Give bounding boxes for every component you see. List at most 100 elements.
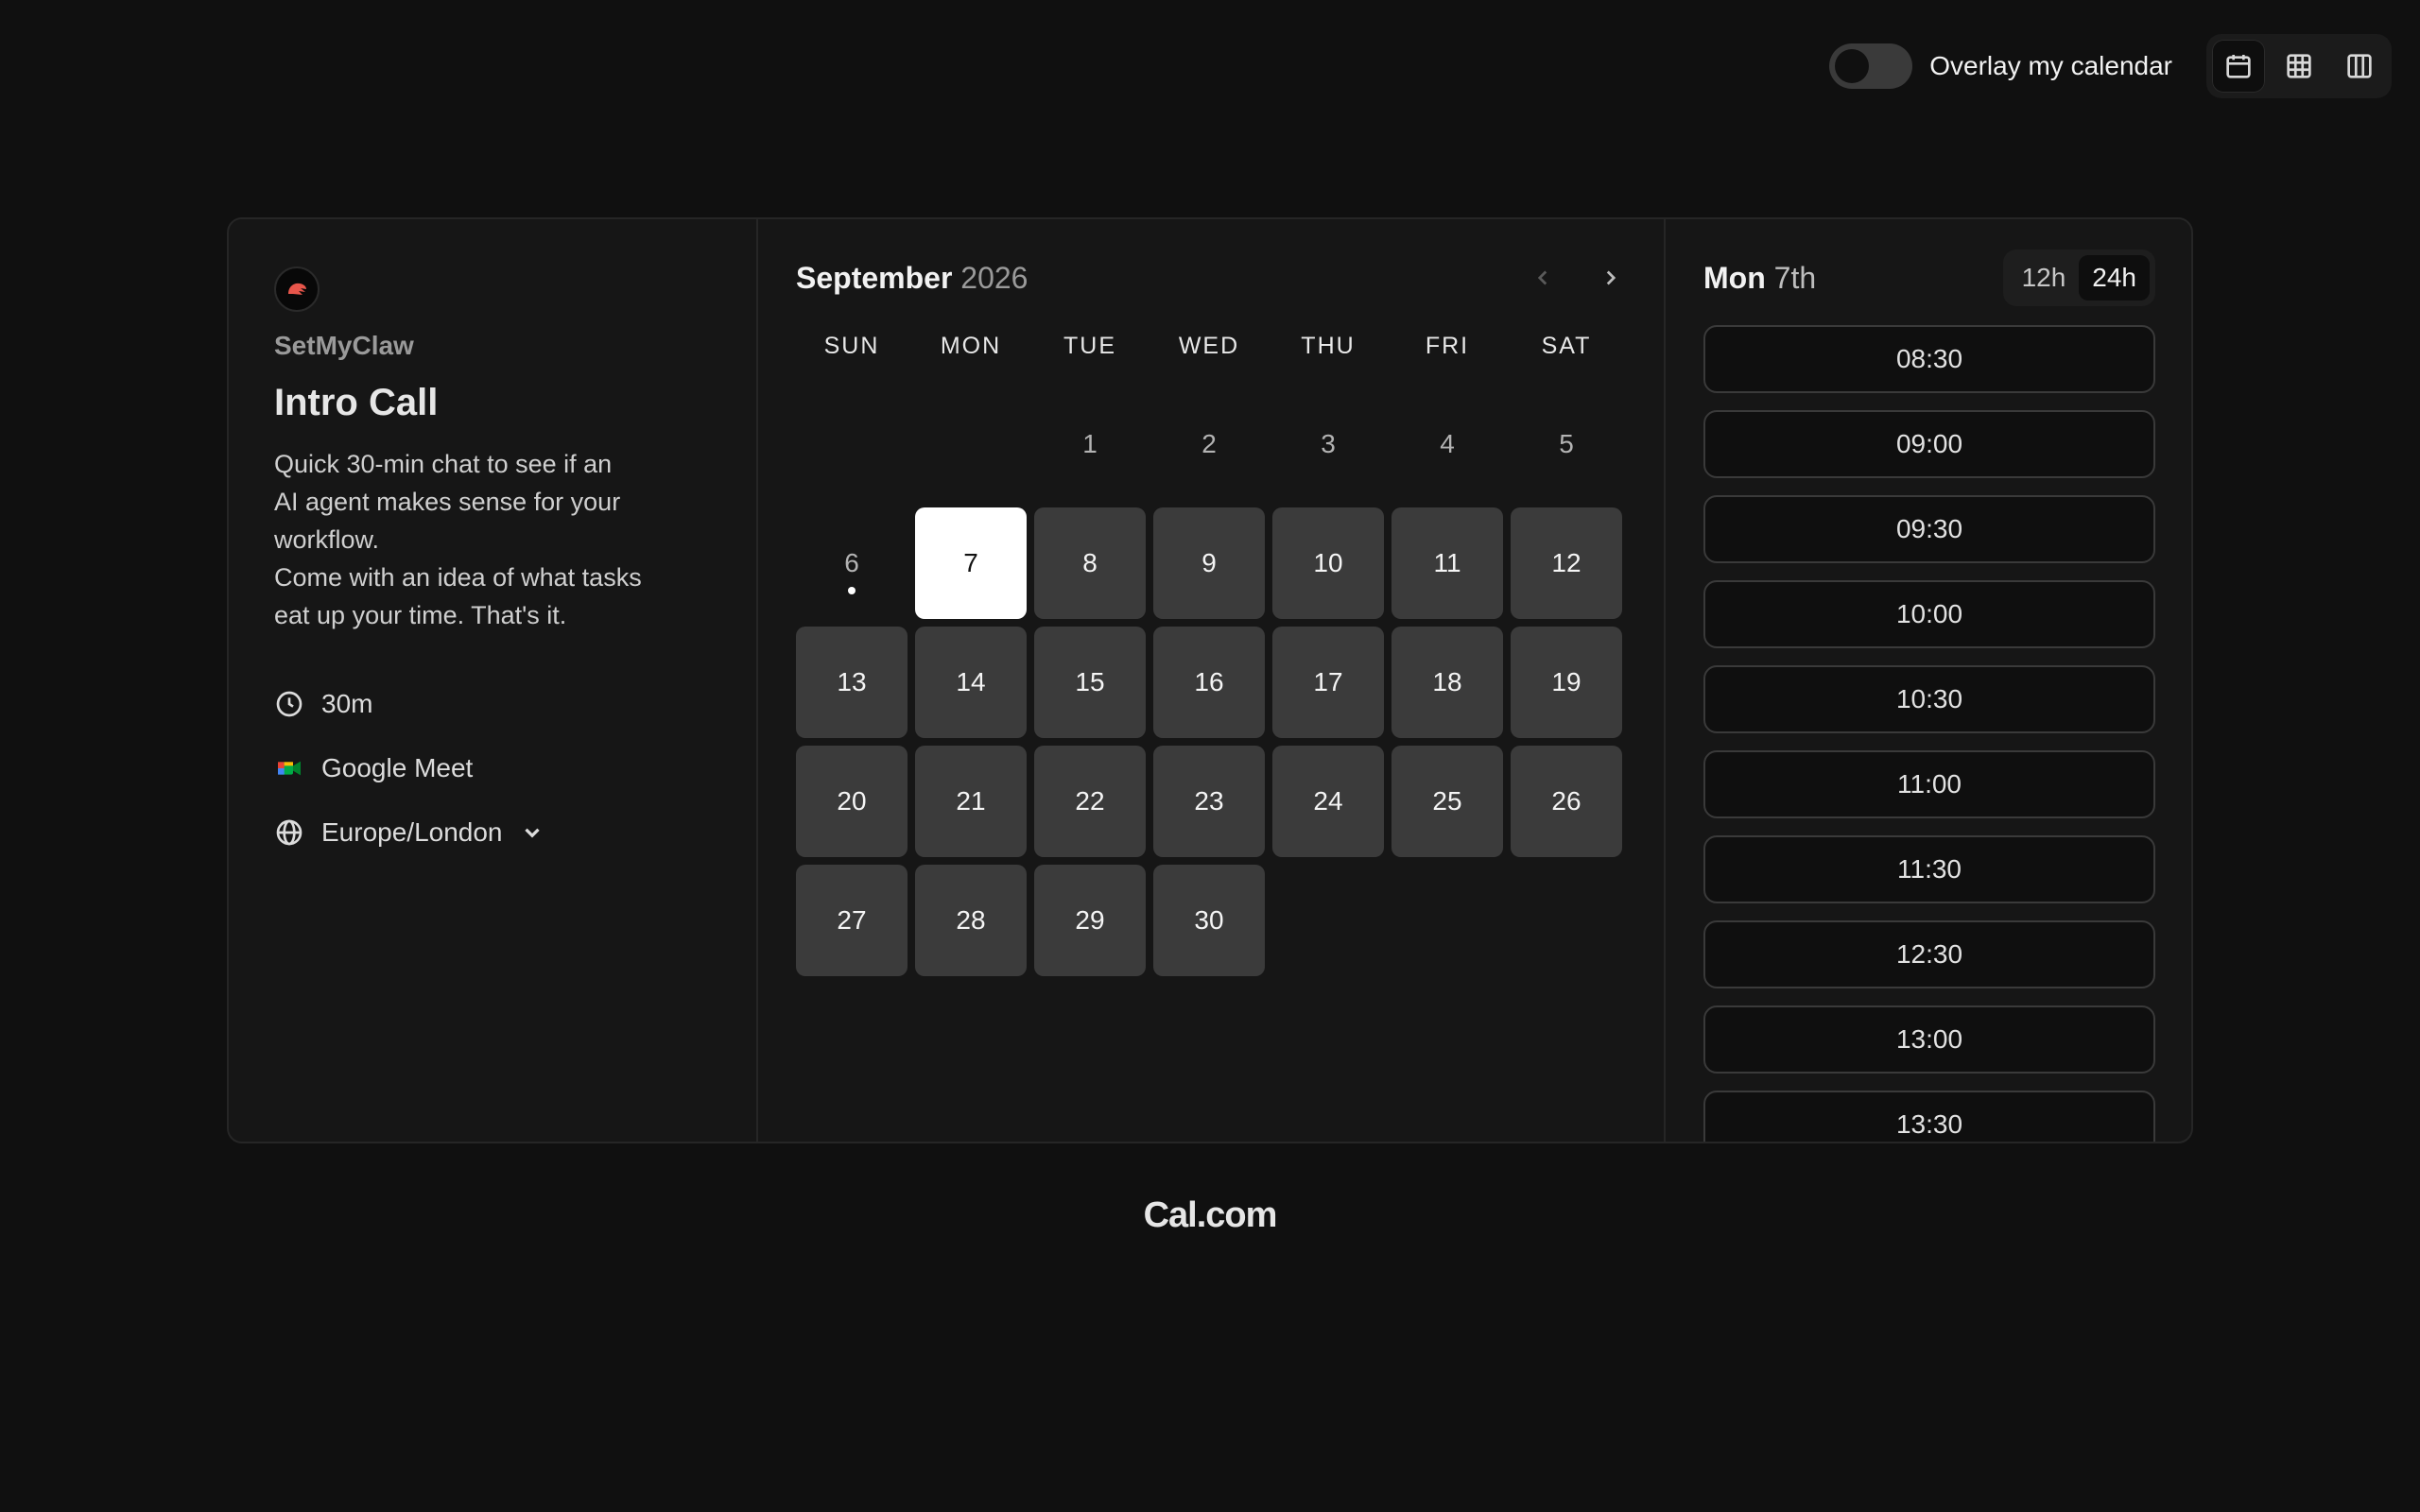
weekday-label: SUN xyxy=(823,333,880,359)
month-title: September 2026 xyxy=(796,261,1028,296)
next-month-button[interactable] xyxy=(1596,263,1626,293)
day-9[interactable]: 9 xyxy=(1153,507,1265,619)
day-number: 29 xyxy=(1075,905,1105,935)
day-number: 3 xyxy=(1321,429,1336,458)
day-6: 6 xyxy=(796,507,908,619)
toggle-knob xyxy=(1835,49,1870,83)
day-number: 7 xyxy=(963,548,978,577)
weekday-label: TUE xyxy=(1063,333,1116,359)
month-view-button[interactable] xyxy=(2212,40,2265,93)
day-18[interactable]: 18 xyxy=(1392,627,1503,738)
day-number: 16 xyxy=(1194,667,1224,696)
today-indicator xyxy=(848,587,856,594)
time-slot-button[interactable]: 10:30 xyxy=(1703,665,2155,733)
previous-month-button[interactable] xyxy=(1528,263,1558,293)
timezone-select[interactable]: Europe/London xyxy=(274,817,711,848)
calendar-icon xyxy=(2226,55,2251,78)
timezone-label: Europe/London xyxy=(321,817,503,847)
day-19[interactable]: 19 xyxy=(1511,627,1622,738)
day-29[interactable]: 29 xyxy=(1034,865,1146,976)
time-slots-panel: Mon 7th 12h 24h 08:30 09:00 09:30 10:00 10:30… xyxy=(1666,219,2191,1142)
day-10[interactable]: 10 xyxy=(1272,507,1384,619)
time-format-toggle: 12h 24h xyxy=(2002,249,2155,306)
day-15[interactable]: 15 xyxy=(1034,627,1146,738)
day-27[interactable]: 27 xyxy=(796,865,908,976)
day-number: 23 xyxy=(1194,786,1224,816)
day-23[interactable]: 23 xyxy=(1153,746,1265,857)
day-number: 14 xyxy=(956,667,986,696)
column-view-button[interactable] xyxy=(2333,40,2386,93)
claw-logo-icon xyxy=(288,283,306,295)
day-number: 12 xyxy=(1551,548,1582,577)
month-label: September xyxy=(796,260,953,295)
format-24h-button[interactable]: 24h xyxy=(2079,255,2150,301)
time-slot-button[interactable]: 09:30 xyxy=(1703,495,2155,563)
overlay-calendar-toggle[interactable] xyxy=(1829,43,1913,89)
month-navigation xyxy=(1528,263,1626,293)
day-11[interactable]: 11 xyxy=(1392,507,1503,619)
brand-footer: Cal.com xyxy=(1143,1195,1278,1235)
day-16[interactable]: 16 xyxy=(1153,627,1265,738)
day-2: 2 xyxy=(1153,388,1265,500)
day-number: 17 xyxy=(1313,667,1343,696)
slots-header: Mon 7th 12h 24h xyxy=(1703,248,2155,308)
day-13[interactable]: 13 xyxy=(796,627,908,738)
time-slot-button[interactable]: 08:30 xyxy=(1703,325,2155,393)
day-number: 20 xyxy=(837,786,867,816)
selected-date-title: Mon 7th xyxy=(1703,261,1816,296)
weekday-header: SUN MON TUE WED THU FRI SAT xyxy=(796,333,1626,360)
day-14[interactable]: 14 xyxy=(915,627,1027,738)
selected-weekday: Mon xyxy=(1703,260,1766,295)
chevron-left-icon xyxy=(1537,270,1547,285)
day-number: 8 xyxy=(1082,548,1098,577)
day-number: 1 xyxy=(1082,429,1098,458)
day-number: 24 xyxy=(1313,786,1343,816)
overlay-calendar-label: Overlay my calendar xyxy=(1929,51,2172,80)
day-number: 10 xyxy=(1313,548,1343,577)
day-8[interactable]: 8 xyxy=(1034,507,1146,619)
chevron-down-icon xyxy=(524,828,540,838)
time-slot-button[interactable]: 10:00 xyxy=(1703,580,2155,648)
day-12[interactable]: 12 xyxy=(1511,507,1622,619)
time-slot-button[interactable]: 13:00 xyxy=(1703,1005,2155,1074)
day-number: 6 xyxy=(844,548,859,577)
time-slot-button[interactable]: 13:30 xyxy=(1703,1091,2155,1142)
day-28[interactable]: 28 xyxy=(915,865,1027,976)
weekly-view-button[interactable] xyxy=(2273,40,2325,93)
format-12h-button[interactable]: 12h xyxy=(2009,255,2080,301)
time-slot-button[interactable]: 12:30 xyxy=(1703,920,2155,988)
weekday-label: WED xyxy=(1178,333,1240,359)
day-number: 5 xyxy=(1559,429,1574,458)
day-number: 18 xyxy=(1432,667,1462,696)
day-number: 11 xyxy=(1433,548,1461,577)
day-number: 4 xyxy=(1440,429,1455,458)
weekday-label: MON xyxy=(940,333,1002,359)
globe-icon xyxy=(276,819,302,846)
time-slot-button[interactable]: 11:00 xyxy=(1703,750,2155,818)
calendar-header: September 2026 xyxy=(796,257,1626,299)
day-5: 5 xyxy=(1511,388,1622,500)
day-1: 1 xyxy=(1034,388,1146,500)
day-number: 2 xyxy=(1201,429,1217,458)
day-21[interactable]: 21 xyxy=(915,746,1027,857)
day-7-selected[interactable]: 7 xyxy=(915,507,1027,619)
grid-icon xyxy=(2287,54,2311,78)
event-title: Intro Call xyxy=(274,382,439,423)
day-22[interactable]: 22 xyxy=(1034,746,1146,857)
day-30[interactable]: 30 xyxy=(1153,865,1265,976)
location-row: Google Meet xyxy=(274,753,711,783)
selected-day-number: 7th xyxy=(1773,260,1817,295)
day-25[interactable]: 25 xyxy=(1392,746,1503,857)
day-number: 27 xyxy=(837,905,867,935)
empty-day-cell xyxy=(796,388,908,500)
day-20[interactable]: 20 xyxy=(796,746,908,857)
day-24[interactable]: 24 xyxy=(1272,746,1384,857)
time-slot-button[interactable]: 09:00 xyxy=(1703,410,2155,478)
day-number: 22 xyxy=(1075,786,1105,816)
day-17[interactable]: 17 xyxy=(1272,627,1384,738)
empty-day-cell xyxy=(915,388,1027,500)
weekday-label: SAT xyxy=(1541,333,1592,359)
day-26[interactable]: 26 xyxy=(1511,746,1622,857)
slot-list: 08:30 09:00 09:30 10:00 10:30 11:00 11:30 12:30… xyxy=(1703,325,2155,1142)
time-slot-button[interactable]: 11:30 xyxy=(1703,835,2155,903)
